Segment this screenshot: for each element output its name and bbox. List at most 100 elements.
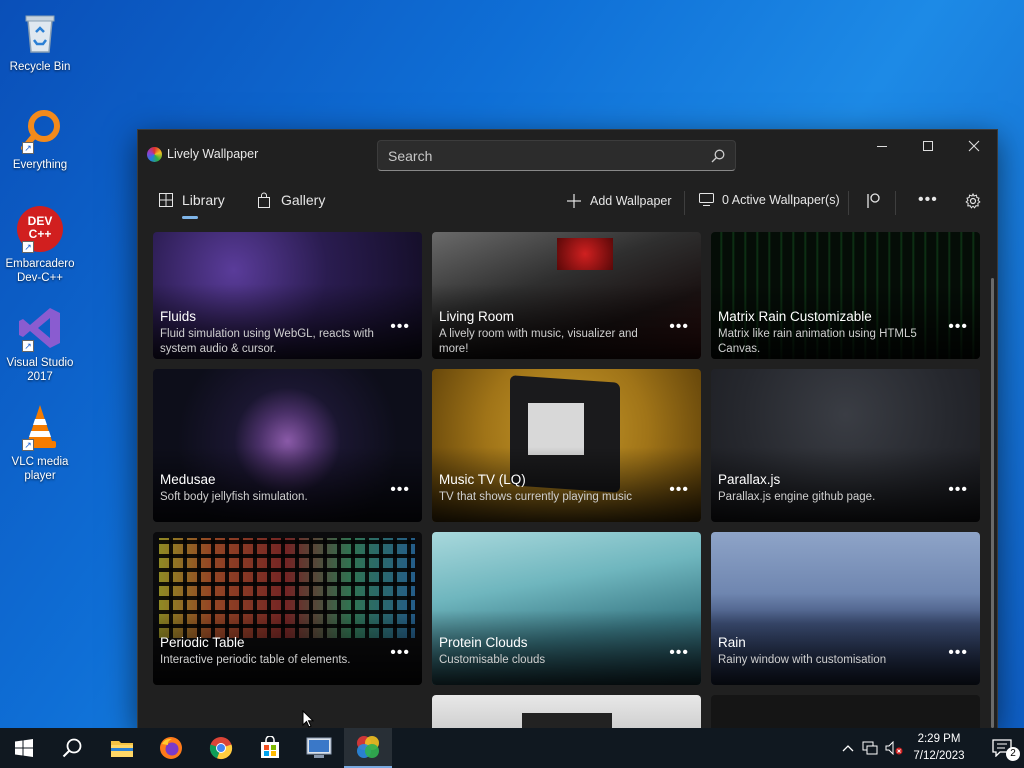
tab-label: Library bbox=[182, 192, 225, 208]
microsoft-store-button[interactable] bbox=[246, 728, 294, 768]
visual-studio-icon: ↗ bbox=[16, 304, 64, 352]
chrome-icon bbox=[209, 737, 233, 760]
file-explorer-button[interactable] bbox=[98, 728, 146, 768]
plus-icon bbox=[566, 193, 582, 209]
card-description: Rainy window with customisation bbox=[718, 654, 887, 666]
card-title: Parallax.js bbox=[718, 472, 781, 487]
wallpaper-card-medusae[interactable]: Medusae Soft body jellyfish simulation. … bbox=[153, 369, 422, 522]
search-box[interactable] bbox=[377, 140, 736, 171]
toolbar-divider bbox=[895, 191, 896, 215]
wallpaper-library-grid: Fluids Fluid simulation using WebGL, rea… bbox=[138, 232, 997, 728]
add-wallpaper-button[interactable]: Add Wallpaper bbox=[566, 193, 672, 209]
card-description: Soft body jellyfish simulation. bbox=[160, 491, 308, 503]
lively-logo-icon bbox=[147, 147, 162, 162]
card-title: Periodic Table bbox=[160, 635, 245, 650]
wallpaper-card-parallax[interactable]: Parallax.js Parallax.js engine github pa… bbox=[711, 369, 980, 522]
everything-search-icon: ↗ bbox=[16, 106, 64, 154]
shortcut-arrow-icon: ↗ bbox=[22, 439, 34, 451]
card-more-button[interactable]: ••• bbox=[948, 318, 968, 336]
clock-date: 7/12/2023 bbox=[913, 750, 965, 762]
card-description: A lively room with music, visualizer and… bbox=[439, 328, 638, 355]
firefox-button[interactable] bbox=[147, 728, 195, 768]
wallpaper-card-rain[interactable]: Rain Rainy window with customisation ••• bbox=[711, 532, 980, 685]
wallpaper-card-partial[interactable] bbox=[432, 695, 701, 728]
more-options-button[interactable]: ••• bbox=[918, 191, 938, 209]
card-more-button[interactable]: ••• bbox=[390, 318, 410, 336]
desktop-icon-vlc[interactable]: ↗ VLC media player bbox=[4, 403, 76, 483]
scrollbar[interactable] bbox=[991, 278, 994, 728]
show-hidden-icons-button[interactable] bbox=[838, 744, 858, 752]
tab-library[interactable]: Library bbox=[159, 192, 225, 208]
devcpp-icon: DEV C++ ↗ bbox=[16, 205, 64, 253]
windows-logo-icon bbox=[15, 739, 33, 757]
maximize-button[interactable] bbox=[905, 130, 951, 162]
more-glyph: ••• bbox=[918, 191, 938, 208]
search-button[interactable] bbox=[48, 728, 96, 768]
network-button[interactable] bbox=[858, 741, 882, 755]
chevron-up-icon bbox=[842, 745, 854, 752]
card-description: Interactive periodic table of elements. bbox=[160, 654, 351, 666]
customise-wallpaper-button[interactable] bbox=[866, 193, 890, 209]
card-description: Customisable clouds bbox=[439, 654, 546, 666]
desktop-icon-label: VLC media player bbox=[11, 456, 69, 482]
taskbar-clock[interactable]: 2:29 PM 7/12/2023 bbox=[902, 731, 976, 765]
devcpp-logo-text: DEV C++ bbox=[27, 214, 53, 241]
network-icon bbox=[862, 741, 878, 755]
desktop-icon-devcpp[interactable]: DEV C++ ↗ Embarcadero Dev-C++ bbox=[4, 205, 76, 285]
card-more-button[interactable]: ••• bbox=[669, 481, 689, 499]
desktop-icon-visual-studio[interactable]: ↗ Visual Studio 2017 bbox=[4, 304, 76, 384]
card-more-button[interactable]: ••• bbox=[390, 644, 410, 662]
wallpaper-card-partial[interactable] bbox=[711, 695, 980, 728]
search-input[interactable] bbox=[388, 147, 711, 164]
search-icon bbox=[62, 738, 82, 758]
wallpaper-card-living-room[interactable]: Living Room A lively room with music, vi… bbox=[432, 232, 701, 359]
window-title: Lively Wallpaper bbox=[167, 147, 259, 161]
shortcut-arrow-icon: ↗ bbox=[22, 241, 34, 253]
desktop-icon-label: Everything bbox=[12, 159, 68, 171]
lively-logo-icon bbox=[357, 736, 379, 758]
gear-icon bbox=[965, 193, 981, 209]
action-center-button[interactable]: 2 bbox=[980, 728, 1024, 768]
title-bar[interactable]: Lively Wallpaper bbox=[138, 130, 997, 178]
card-more-button[interactable]: ••• bbox=[948, 644, 968, 662]
wallpaper-card-fluids[interactable]: Fluids Fluid simulation using WebGL, rea… bbox=[153, 232, 422, 359]
card-more-button[interactable]: ••• bbox=[669, 318, 689, 336]
recycle-bin-icon bbox=[16, 8, 64, 56]
active-wallpapers-button[interactable]: 0 Active Wallpaper(s) bbox=[699, 193, 840, 207]
card-more-button[interactable]: ••• bbox=[669, 644, 689, 662]
taskbar: 2:29 PM 7/12/2023 2 bbox=[0, 728, 1024, 768]
grid-icon bbox=[159, 193, 173, 207]
lively-wallpaper-window: Lively Wallpaper Library bbox=[137, 129, 998, 729]
volume-muted-icon bbox=[885, 741, 903, 755]
store-icon bbox=[261, 736, 279, 758]
start-button[interactable] bbox=[0, 728, 48, 768]
active-wallpapers-label: 0 Active Wallpaper(s) bbox=[722, 193, 840, 207]
close-button[interactable] bbox=[951, 130, 997, 162]
notification-count-badge: 2 bbox=[1006, 747, 1020, 761]
wallpaper-card-music-tv[interactable]: Music TV (LQ) TV that shows currently pl… bbox=[432, 369, 701, 522]
shortcut-arrow-icon: ↗ bbox=[22, 142, 34, 154]
card-more-button[interactable]: ••• bbox=[948, 481, 968, 499]
living-room-screen bbox=[557, 238, 613, 270]
card-title: Music TV (LQ) bbox=[439, 472, 526, 487]
search-icon[interactable] bbox=[711, 149, 725, 163]
chrome-button[interactable] bbox=[197, 728, 245, 768]
card-description: Matrix like rain animation using HTML5 C… bbox=[718, 328, 917, 355]
tab-gallery[interactable]: Gallery bbox=[256, 192, 325, 208]
card-description: Fluid simulation using WebGL, reacts wit… bbox=[160, 328, 374, 355]
desktop-icon-recycle-bin[interactable]: Recycle Bin bbox=[4, 8, 76, 74]
card-title: Fluids bbox=[160, 309, 197, 324]
card-title: Matrix Rain Customizable bbox=[718, 309, 872, 324]
minimize-button[interactable] bbox=[859, 130, 905, 162]
card-thumbnail-detail bbox=[522, 713, 612, 728]
settings-button[interactable] bbox=[965, 193, 989, 209]
remote-desktop-button[interactable] bbox=[295, 728, 343, 768]
desktop-icon-label: Visual Studio 2017 bbox=[6, 357, 74, 383]
wallpaper-card-matrix-rain[interactable]: Matrix Rain Customizable Matrix like rai… bbox=[711, 232, 980, 359]
lively-wallpaper-taskbar-button[interactable] bbox=[344, 728, 392, 768]
clock-time: 2:29 PM bbox=[917, 733, 961, 745]
wallpaper-card-periodic-table[interactable]: Periodic Table Interactive periodic tabl… bbox=[153, 532, 422, 685]
desktop-icon-everything[interactable]: ↗ Everything bbox=[4, 106, 76, 172]
card-more-button[interactable]: ••• bbox=[390, 481, 410, 499]
wallpaper-card-protein-clouds[interactable]: Protein Clouds Customisable clouds ••• bbox=[432, 532, 701, 685]
